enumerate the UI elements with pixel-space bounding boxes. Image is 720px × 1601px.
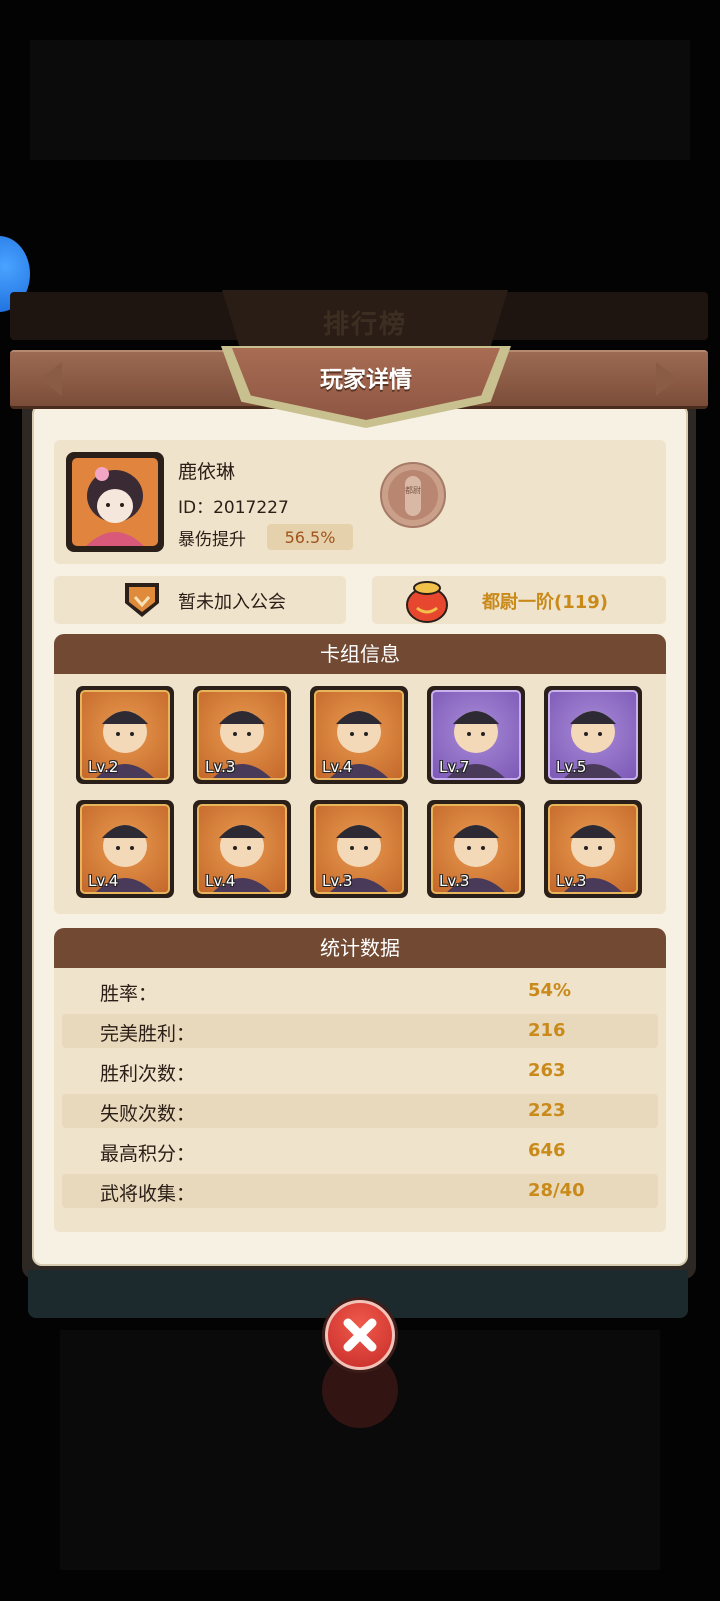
stat-label: 胜利次数： [100,1063,196,1085]
hero-level: Lv.3 [322,872,353,890]
guild-label: 暂未加入公会 [178,592,286,613]
stat-row: 失败次数： 223 [62,1094,658,1128]
hero-level: Lv.2 [88,758,119,776]
hero-card[interactable]: Lv.5 [544,686,642,784]
stat-label: 完美胜利： [100,1023,196,1045]
hero-level: Lv.3 [205,758,236,776]
stat-value: 216 [528,1020,566,1041]
stat-label: 武将收集： [100,1183,196,1205]
medal-text: 都尉 [405,485,421,495]
page-title: 玩家详情 [320,367,412,393]
stat-row: 武将收集： 28/40 [62,1174,658,1208]
close-icon [343,1318,377,1352]
stat-label: 胜率： [100,983,158,1005]
stat-row: 完美胜利： 216 [62,1014,658,1048]
stat-value: 28/40 [528,1180,585,1201]
hero-level: Lv.3 [556,872,587,890]
close-button-face [325,1300,395,1370]
stats-section-header: 统计数据 [54,928,666,968]
hero-level: Lv.4 [205,872,236,890]
hero-card[interactable]: Lv.3 [544,800,642,898]
player-id: ID：2017227 [178,498,289,518]
stat-label: 最高积分： [100,1143,196,1165]
stat-value: 54% [528,980,572,1001]
shield-icon [121,579,163,621]
hero-card[interactable]: Lv.2 [76,686,174,784]
deck-section-header: 卡组信息 [54,634,666,674]
hero-card[interactable]: Lv.4 [193,800,291,898]
hero-level: Lv.5 [556,758,587,776]
banner-left-arrow-icon [40,362,62,396]
hero-card[interactable]: Lv.7 [427,686,525,784]
stat-row: 胜率： 54% [62,974,658,1008]
rank-medal-icon: 都尉 [380,462,446,528]
hero-level: Lv.4 [88,872,119,890]
hero-card[interactable]: Lv.3 [310,800,408,898]
stat-value: 263 [528,1060,566,1081]
stat-row: 最高积分： 646 [62,1134,658,1168]
crit-boost-value: 56.5% [284,528,336,547]
hero-card[interactable]: Lv.3 [193,686,291,784]
player-name: 鹿依琳 [178,461,236,483]
hero-level: Lv.4 [322,758,353,776]
stat-value: 646 [528,1140,566,1161]
stat-value: 223 [528,1100,566,1121]
ranking-title: 排行榜 [322,310,407,340]
rank-label: 都尉一阶(119) [482,592,609,613]
hero-level: Lv.7 [439,758,470,776]
rank-pouch-icon [404,578,450,624]
stat-row: 胜利次数： 263 [62,1054,658,1088]
hero-card[interactable]: Lv.3 [427,800,525,898]
hero-card[interactable]: Lv.4 [310,686,408,784]
stat-label: 失败次数： [100,1103,196,1125]
avatar-portrait-icon [72,458,158,546]
hero-card[interactable]: Lv.4 [76,800,174,898]
banner-right-arrow-icon [656,362,678,396]
crit-boost-label: 暴伤提升 [178,530,246,550]
close-button[interactable] [322,1297,398,1373]
hero-level: Lv.3 [439,872,470,890]
